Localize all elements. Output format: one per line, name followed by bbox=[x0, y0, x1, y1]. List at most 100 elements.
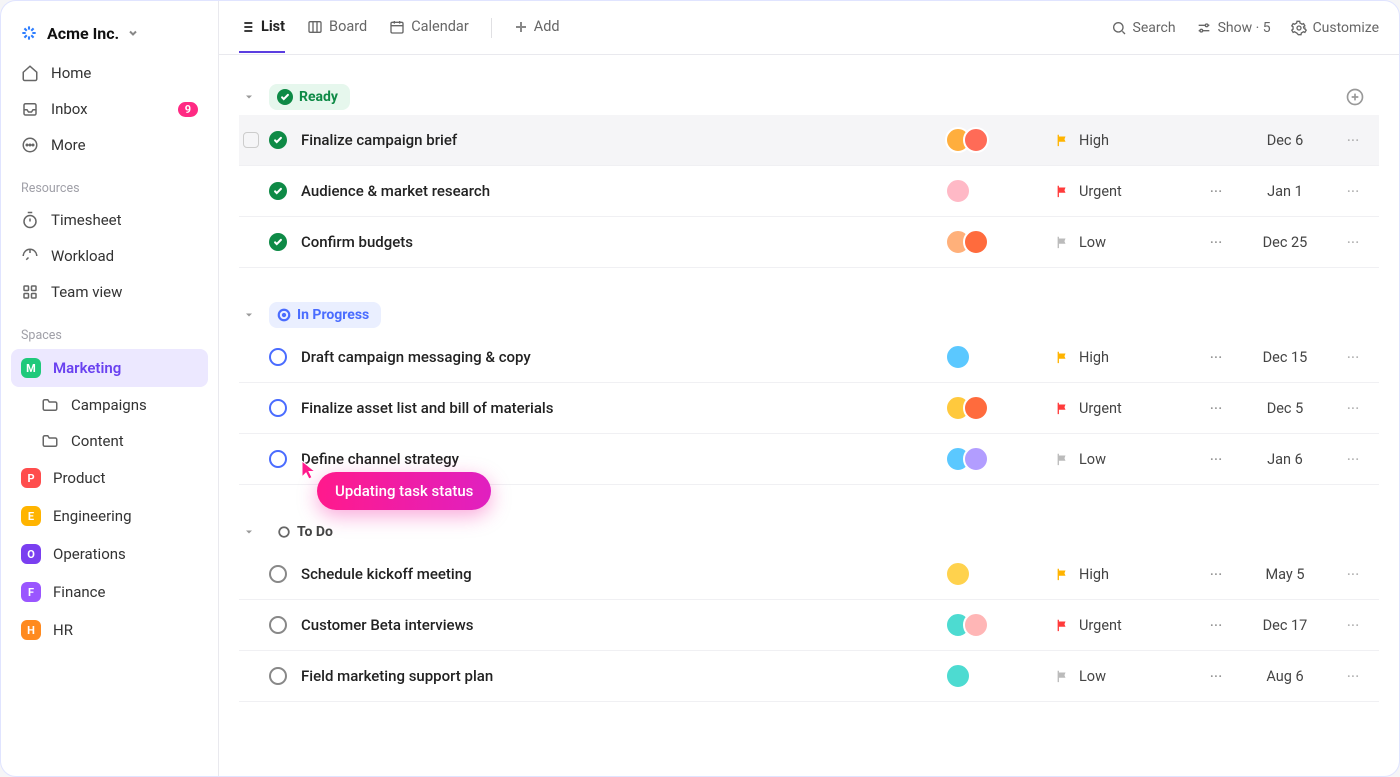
task-priority[interactable]: Urgent bbox=[1055, 400, 1195, 417]
task-more-button[interactable]: ··· bbox=[1333, 131, 1373, 150]
group-header: Ready bbox=[239, 75, 1379, 115]
subtask-indicator-icon[interactable]: ··· bbox=[1210, 565, 1223, 584]
topbar-customize[interactable]: Customize bbox=[1291, 20, 1379, 36]
task-priority[interactable]: High bbox=[1055, 566, 1195, 583]
assignee-avatar[interactable] bbox=[963, 612, 989, 638]
task-more-button[interactable]: ··· bbox=[1333, 450, 1373, 469]
space-product[interactable]: PProduct bbox=[11, 459, 208, 497]
group-status-pill[interactable]: To Do bbox=[269, 519, 345, 545]
assignee-avatar[interactable] bbox=[945, 344, 971, 370]
folder-content[interactable]: Content bbox=[11, 423, 208, 459]
section-label-spaces: Spaces bbox=[11, 310, 208, 349]
task-row[interactable]: Field marketing support planLow···Aug 6·… bbox=[239, 651, 1379, 702]
assignee-avatar[interactable] bbox=[963, 395, 989, 421]
topbar-search[interactable]: Search bbox=[1111, 20, 1176, 36]
task-row[interactable]: Customer Beta interviewsUrgent···Dec 17·… bbox=[239, 600, 1379, 651]
task-date[interactable]: Jan 6 bbox=[1237, 451, 1333, 468]
assignee-avatar[interactable] bbox=[963, 446, 989, 472]
space-engineering[interactable]: EEngineering bbox=[11, 497, 208, 535]
collapse-toggle[interactable] bbox=[239, 305, 259, 325]
task-row[interactable]: Schedule kickoff meetingHigh···May 5··· bbox=[239, 549, 1379, 600]
status-progress-icon[interactable] bbox=[269, 348, 287, 366]
collapse-toggle[interactable] bbox=[239, 522, 259, 542]
subtask-indicator-icon[interactable]: ··· bbox=[1210, 450, 1223, 469]
status-ready-icon[interactable] bbox=[269, 131, 287, 149]
task-priority[interactable]: High bbox=[1055, 132, 1195, 149]
task-date[interactable]: Dec 17 bbox=[1237, 617, 1333, 634]
space-finance[interactable]: FFinance bbox=[11, 573, 208, 611]
subtask-indicator-icon[interactable]: ··· bbox=[1210, 348, 1223, 367]
task-row[interactable]: Finalize campaign briefHighDec 6··· bbox=[239, 115, 1379, 166]
status-todo-icon[interactable] bbox=[269, 565, 287, 583]
tab-board[interactable]: Board bbox=[307, 2, 367, 53]
add-view-button[interactable]: Add bbox=[514, 2, 560, 53]
status-todo-icon[interactable] bbox=[269, 616, 287, 634]
space-badge-icon: O bbox=[21, 544, 41, 564]
assignee-avatar[interactable] bbox=[945, 663, 971, 689]
space-marketing[interactable]: MMarketing bbox=[11, 349, 208, 387]
status-progress-icon[interactable] bbox=[269, 450, 287, 468]
assignee-avatar[interactable] bbox=[945, 561, 971, 587]
task-row[interactable]: Draft campaign messaging & copyHigh···De… bbox=[239, 332, 1379, 383]
subtask-cell: ··· bbox=[1195, 399, 1237, 418]
folder-campaigns[interactable]: Campaigns bbox=[11, 387, 208, 423]
resource-workload[interactable]: Workload bbox=[11, 238, 208, 274]
board-icon bbox=[307, 19, 323, 35]
task-more-button[interactable]: ··· bbox=[1333, 182, 1373, 201]
subtask-indicator-icon[interactable]: ··· bbox=[1210, 616, 1223, 635]
topbar-show[interactable]: Show · 5 bbox=[1196, 20, 1271, 36]
collapse-toggle[interactable] bbox=[239, 87, 259, 107]
group-status-pill[interactable]: In Progress bbox=[269, 302, 381, 328]
task-date[interactable]: Dec 15 bbox=[1237, 349, 1333, 366]
status-todo-icon[interactable] bbox=[269, 667, 287, 685]
resource-team view[interactable]: Team view bbox=[11, 274, 208, 310]
resource-timesheet[interactable]: Timesheet bbox=[11, 202, 208, 238]
status-progress-icon[interactable] bbox=[269, 399, 287, 417]
group-status-pill[interactable]: Ready bbox=[269, 84, 350, 110]
task-priority[interactable]: Low bbox=[1055, 451, 1195, 468]
tab-calendar[interactable]: Calendar bbox=[389, 2, 469, 53]
task-date[interactable]: Dec 25 bbox=[1237, 234, 1333, 251]
divider bbox=[491, 18, 492, 38]
task-row[interactable]: Finalize asset list and bill of material… bbox=[239, 383, 1379, 434]
assignee-avatar[interactable] bbox=[963, 229, 989, 255]
task-row[interactable]: Define channel strategyLow···Jan 6··· bbox=[239, 434, 1379, 485]
task-priority[interactable]: Low bbox=[1055, 668, 1195, 685]
task-row[interactable]: Audience & market researchUrgent···Jan 1… bbox=[239, 166, 1379, 217]
task-more-button[interactable]: ··· bbox=[1333, 399, 1373, 418]
add-task-button[interactable] bbox=[1331, 83, 1379, 111]
task-date[interactable]: Dec 5 bbox=[1237, 400, 1333, 417]
task-more-button[interactable]: ··· bbox=[1333, 667, 1373, 686]
subtask-indicator-icon[interactable]: ··· bbox=[1210, 399, 1223, 418]
space-operations[interactable]: OOperations bbox=[11, 535, 208, 573]
workspace-switcher[interactable]: Acme Inc. bbox=[11, 15, 208, 55]
task-priority[interactable]: High bbox=[1055, 349, 1195, 366]
task-priority[interactable]: Low bbox=[1055, 234, 1195, 251]
task-date[interactable]: May 5 bbox=[1237, 566, 1333, 583]
task-more-button[interactable]: ··· bbox=[1333, 565, 1373, 584]
task-more-button[interactable]: ··· bbox=[1333, 233, 1373, 252]
status-ready-icon[interactable] bbox=[269, 233, 287, 251]
assignee-avatar[interactable] bbox=[945, 178, 971, 204]
subtask-indicator-icon[interactable]: ··· bbox=[1210, 667, 1223, 686]
status-ready-icon[interactable] bbox=[269, 182, 287, 200]
nav-label: Inbox bbox=[51, 100, 88, 118]
assignee-avatar[interactable] bbox=[963, 127, 989, 153]
subtask-indicator-icon[interactable]: ··· bbox=[1210, 182, 1223, 201]
task-date[interactable]: Dec 6 bbox=[1237, 132, 1333, 149]
task-title: Customer Beta interviews bbox=[301, 616, 945, 634]
task-checkbox[interactable] bbox=[243, 132, 259, 148]
task-more-button[interactable]: ··· bbox=[1333, 616, 1373, 635]
nav-inbox[interactable]: Inbox9 bbox=[11, 91, 208, 127]
nav-home[interactable]: Home bbox=[11, 55, 208, 91]
tab-list[interactable]: List bbox=[239, 2, 285, 53]
task-priority[interactable]: Urgent bbox=[1055, 183, 1195, 200]
task-row[interactable]: Confirm budgetsLow···Dec 25··· bbox=[239, 217, 1379, 268]
task-date[interactable]: Jan 1 bbox=[1237, 183, 1333, 200]
space-hr[interactable]: HHR bbox=[11, 611, 208, 649]
task-more-button[interactable]: ··· bbox=[1333, 348, 1373, 367]
task-priority[interactable]: Urgent bbox=[1055, 617, 1195, 634]
subtask-indicator-icon[interactable]: ··· bbox=[1210, 233, 1223, 252]
nav-more[interactable]: More bbox=[11, 127, 208, 163]
task-date[interactable]: Aug 6 bbox=[1237, 668, 1333, 685]
